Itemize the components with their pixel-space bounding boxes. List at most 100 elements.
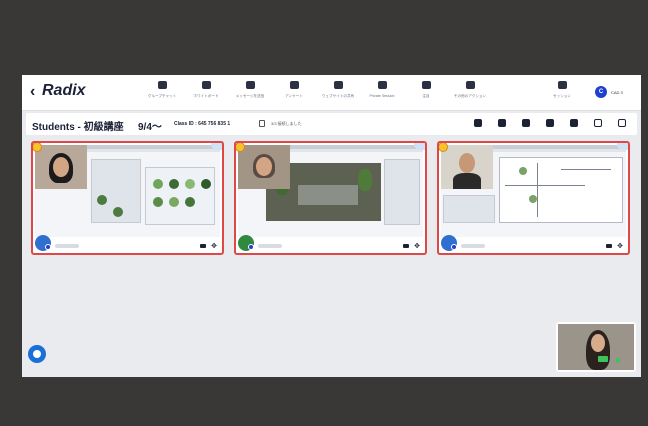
plant-swatch	[169, 179, 179, 189]
user-menu[interactable]: C CAD 3	[595, 86, 623, 98]
webcam-face	[459, 153, 475, 173]
copy-icon[interactable]	[259, 120, 265, 127]
top-navigation-bar: ‹ Radix グループチャット ホワイトボード メッセージを送信 アンケート …	[22, 75, 641, 111]
mic-icon[interactable]	[616, 358, 620, 363]
emoji-reaction-icon	[236, 143, 245, 152]
toolbar-web-share[interactable]: ウェブサイトの共有	[316, 79, 360, 107]
toolbar-label: 注目	[422, 94, 430, 98]
webcam-shirt	[453, 173, 481, 189]
app-window: ‹ Radix グループチャット ホワイトボード メッセージを送信 アンケート …	[22, 75, 641, 377]
survey-icon	[289, 81, 299, 89]
camera-icon[interactable]	[403, 244, 409, 248]
toolbar-label: ウェブサイトの共有	[321, 94, 355, 98]
move-icon[interactable]: ✥	[617, 243, 623, 250]
class-date: 9/4〜	[138, 122, 162, 133]
student-webcam	[35, 145, 87, 189]
student-tile[interactable]: ✥	[437, 141, 630, 255]
toolbar: グループチャット ホワイトボード メッセージを送信 アンケート ウェブサイトの共…	[140, 79, 492, 107]
web-share-icon	[333, 81, 343, 89]
webcam-face	[53, 157, 69, 177]
class-id: Class ID : 645 756 835 1	[174, 121, 231, 127]
3d-building	[298, 185, 358, 205]
cad-plant-symbol	[529, 195, 537, 203]
plant-thumbnail	[113, 207, 123, 217]
tile-menu-icon[interactable]	[617, 143, 628, 150]
student-name	[461, 244, 485, 248]
back-button[interactable]: ‹	[30, 83, 35, 101]
student-badge-icon	[248, 244, 254, 250]
cad-drawing	[499, 157, 623, 223]
toolbar-label: メッセージを送信	[235, 94, 265, 98]
plant-swatch	[153, 179, 163, 189]
self-view-video[interactable]	[556, 322, 636, 372]
toolbar-attention[interactable]: 注目	[404, 79, 448, 107]
student-tile[interactable]: ✥	[234, 141, 427, 255]
chat-bubble-icon[interactable]	[28, 345, 46, 363]
camera-icon[interactable]	[606, 244, 612, 248]
toolbar-group-chat[interactable]: グループチャット	[140, 79, 184, 107]
cad-line	[561, 169, 611, 170]
toolbar-label: アンケート	[285, 94, 303, 98]
3d-tree	[358, 169, 372, 191]
toolbar-label: ホワイトボード	[193, 94, 219, 98]
student-webcam	[238, 145, 290, 189]
cad-line	[537, 163, 538, 217]
webcam-face	[256, 157, 272, 176]
layer-panel	[443, 195, 495, 223]
toolbar-label: Private Session	[369, 94, 395, 98]
emoji-reaction-icon	[439, 143, 448, 152]
move-icon[interactable]: ✥	[211, 243, 217, 250]
plant-thumbnail	[97, 195, 107, 205]
move-icon[interactable]: ✥	[414, 243, 420, 250]
plant-swatch	[153, 197, 163, 207]
active-speaker-icon	[598, 356, 608, 362]
properties-panel	[384, 159, 420, 225]
group-icon[interactable]	[474, 119, 482, 127]
hand-icon[interactable]	[498, 119, 506, 127]
toolbar-whiteboard[interactable]: ホワイトボード	[184, 79, 228, 107]
toolbar-send-message[interactable]: メッセージを送信	[228, 79, 272, 107]
student-badge-icon	[451, 244, 457, 250]
page-title: Students - 初級講座	[32, 122, 124, 133]
student-name	[258, 244, 282, 248]
connection-status: 3/3 接続しました	[271, 121, 302, 126]
plant-swatch	[169, 197, 179, 207]
toolbar-label: グループチャット	[147, 94, 177, 98]
attention-icon	[421, 81, 431, 89]
camera-icon[interactable]	[546, 119, 554, 127]
student-tile[interactable]: ✥	[31, 141, 224, 255]
session-icon	[557, 81, 567, 89]
message-icon	[245, 81, 255, 89]
plant-swatch	[185, 197, 195, 207]
emoji-reaction-icon	[33, 143, 42, 152]
session-button[interactable]: セッション	[540, 79, 584, 107]
student-name	[55, 244, 79, 248]
avatar: C	[595, 86, 607, 98]
user-name: CAD 3	[611, 89, 623, 95]
session-label: セッション	[553, 94, 571, 98]
material-palette	[145, 167, 215, 225]
mic-icon[interactable]	[522, 119, 530, 127]
toolbar-more-actions[interactable]: その他のアクション	[448, 79, 492, 107]
layout-icon[interactable]	[618, 119, 626, 127]
class-info-bar: Students - 初級講座 9/4〜 Class ID : 645 756 …	[26, 113, 637, 135]
more-icon	[465, 81, 475, 89]
cad-line	[505, 185, 585, 186]
toolbar-survey[interactable]: アンケート	[272, 79, 316, 107]
room-tools	[474, 119, 641, 127]
camera-icon[interactable]	[200, 244, 206, 248]
self-view-face	[591, 334, 605, 352]
toolbar-label: その他のアクション	[453, 94, 487, 98]
cad-plant-symbol	[519, 167, 527, 175]
frame-icon[interactable]	[594, 119, 602, 127]
tile-menu-icon[interactable]	[414, 143, 425, 150]
student-badge-icon	[45, 244, 51, 250]
plant-swatch	[185, 179, 195, 189]
tile-menu-icon[interactable]	[211, 143, 222, 150]
group-chat-icon	[157, 81, 167, 89]
hide-icon[interactable]	[570, 119, 578, 127]
whiteboard-icon	[201, 81, 211, 89]
radix-logo: Radix	[42, 82, 86, 99]
plant-swatch	[201, 179, 211, 189]
toolbar-private-session[interactable]: Private Session	[360, 79, 404, 107]
